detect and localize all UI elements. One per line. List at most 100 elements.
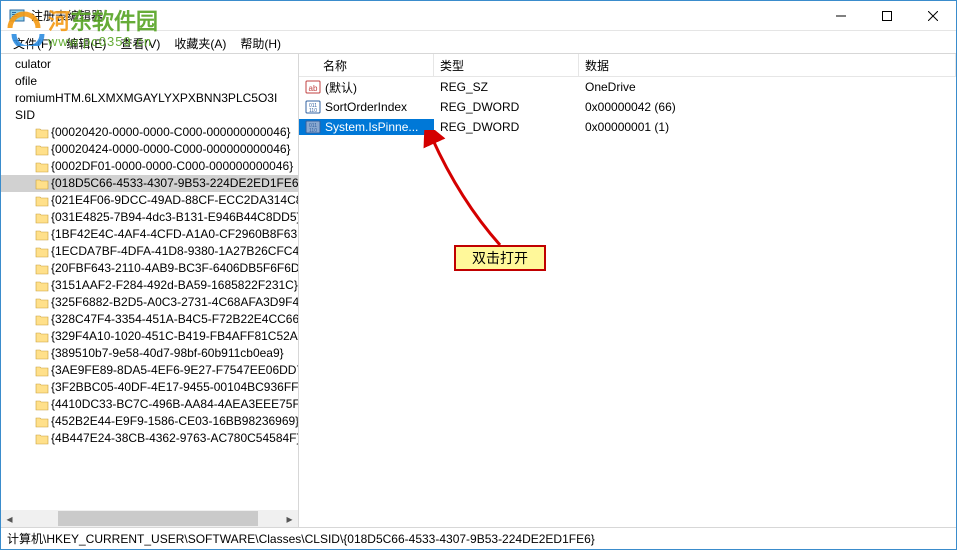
tree-item-label: {328C47F4-3354-451A-B4C5-F72B22E4CC66} (51, 311, 298, 328)
menu-help[interactable]: 帮助(H) (234, 33, 287, 54)
tree-item[interactable]: {018D5C66-4533-4307-9B53-224DE2ED1FE6} (1, 175, 298, 192)
tree-item[interactable]: {00020424-0000-0000-C000-000000000046} (1, 141, 298, 158)
tree-item-label: {325F6882-B2D5-A0C3-2731-4C68AFA3D9F4} (51, 294, 298, 311)
folder-icon (35, 364, 49, 378)
menu-bar: 文件(F) 编辑(E) 查看(V) 收藏夹(A) 帮助(H) (1, 31, 956, 53)
tree-item-label: {031E4825-7B94-4dc3-B131-E946B44C8DD5} (51, 209, 298, 226)
folder-icon (35, 126, 49, 140)
tree-item[interactable]: {00020420-0000-0000-C000-000000000046} (1, 124, 298, 141)
folder-icon (35, 381, 49, 395)
app-icon (9, 8, 25, 24)
tree-item-label: {018D5C66-4533-4307-9B53-224DE2ED1FE6} (51, 175, 298, 192)
tree-item[interactable]: {452B2E44-E9F9-1586-CE03-16BB98236969} (1, 413, 298, 430)
horizontal-scrollbar[interactable]: ◂ ▸ (1, 510, 298, 527)
annotation-callout: 双击打开 (454, 245, 546, 271)
value-data: 0x00000042 (66) (579, 100, 956, 114)
tree-item-label: {3F2BBC05-40DF-4E17-9455-00104BC936FF} (51, 379, 298, 396)
scroll-right-button[interactable]: ▸ (281, 510, 298, 527)
annotation-text: 双击打开 (472, 248, 528, 268)
tree-item[interactable]: {20FBF643-2110-4AB9-BC3F-6406DB5F6F6D} (1, 260, 298, 277)
status-bar: 计算机\HKEY_CURRENT_USER\SOFTWARE\Classes\C… (1, 527, 956, 549)
minimize-button[interactable] (818, 1, 864, 30)
scroll-thumb[interactable] (58, 511, 258, 526)
folder-icon (35, 211, 49, 225)
maximize-button[interactable] (864, 1, 910, 30)
folder-icon (35, 415, 49, 429)
binary-value-icon: 011110 (305, 99, 321, 115)
tree-item-label: {20FBF643-2110-4AB9-BC3F-6406DB5F6F6D} (51, 260, 298, 277)
tree-panel[interactable]: culatorofileromiumHTM.6LXMXMGAYLYXPXBNN3… (1, 54, 299, 527)
folder-icon (35, 228, 49, 242)
string-value-icon: ab (305, 79, 321, 95)
tree-item-label: romiumHTM.6LXMXMGAYLYXPXBNN3PLC5O3I (15, 90, 277, 107)
status-path: 计算机\HKEY_CURRENT_USER\SOFTWARE\Classes\C… (7, 530, 595, 547)
tree-item[interactable]: culator (1, 56, 298, 73)
tree-item[interactable]: ofile (1, 73, 298, 90)
tree-item[interactable]: {389510b7-9e58-40d7-98bf-60b911cb0ea9} (1, 345, 298, 362)
folder-icon (35, 279, 49, 293)
tree-item[interactable]: SID (1, 107, 298, 124)
value-type: REG_SZ (434, 80, 579, 94)
tree-item[interactable]: {0002DF01-0000-0000-C000-000000000046} (1, 158, 298, 175)
value-name: SortOrderIndex (325, 100, 407, 114)
folder-icon (35, 313, 49, 327)
close-button[interactable] (910, 1, 956, 30)
tree-item[interactable]: {325F6882-B2D5-A0C3-2731-4C68AFA3D9F4} (1, 294, 298, 311)
tree-item[interactable]: {3F2BBC05-40DF-4E17-9455-00104BC936FF} (1, 379, 298, 396)
list-panel[interactable]: 名称 类型 数据 ab (默认) REG_SZOneDrive 011110 SortO… (299, 54, 956, 527)
window-title: 注册表编辑器 (31, 7, 818, 24)
tree-item-label: {452B2E44-E9F9-1586-CE03-16BB98236969} (51, 413, 298, 430)
tree-item[interactable]: {4B447E24-38CB-4362-9763-AC780C54584F} (1, 430, 298, 447)
tree-item-label: {4B447E24-38CB-4362-9763-AC780C54584F} (51, 430, 298, 447)
tree-item[interactable]: {3151AAF2-F284-492d-BA59-1685822F231C} (1, 277, 298, 294)
col-header-name[interactable]: 名称 (323, 57, 347, 74)
tree-item-label: {0002DF01-0000-0000-C000-000000000046} (51, 158, 293, 175)
tree-item[interactable]: {1ECDA7BF-4DFA-41D8-9380-1A27B26CFC41} (1, 243, 298, 260)
col-header-data[interactable]: 数据 (579, 54, 956, 76)
tree-item[interactable]: {1BF42E4C-4AF4-4CFD-A1A0-CF2960B8F63E} (1, 226, 298, 243)
list-row[interactable]: ab (默认) REG_SZOneDrive (299, 77, 956, 97)
folder-icon (35, 177, 49, 191)
menu-view[interactable]: 查看(V) (114, 33, 166, 54)
tree-item-label: {1BF42E4C-4AF4-4CFD-A1A0-CF2960B8F63E} (51, 226, 298, 243)
value-name: System.IsPinne... (325, 120, 418, 134)
value-name: (默认) (325, 79, 357, 96)
tree-item[interactable]: {021E4F06-9DCC-49AD-88CF-ECC2DA314C8A} (1, 192, 298, 209)
folder-icon (35, 245, 49, 259)
list-row[interactable]: 011110 System.IsPinne... REG_DWORD0x000000… (299, 117, 956, 137)
svg-text:ab: ab (309, 84, 318, 93)
tree-item-label: ofile (15, 73, 37, 90)
col-header-type[interactable]: 类型 (434, 54, 579, 76)
folder-icon (35, 194, 49, 208)
tree-item-label: {329F4A10-1020-451C-B419-FB4AFF81C52A} (51, 328, 298, 345)
menu-file[interactable]: 文件(F) (7, 33, 58, 54)
tree-item[interactable]: {4410DC33-BC7C-496B-AA84-4AEA3EEE75F7} (1, 396, 298, 413)
value-data: OneDrive (579, 80, 956, 94)
folder-icon (35, 160, 49, 174)
folder-icon (35, 143, 49, 157)
tree-item[interactable]: {328C47F4-3354-451A-B4C5-F72B22E4CC66} (1, 311, 298, 328)
menu-favorites[interactable]: 收藏夹(A) (168, 33, 232, 54)
tree-item[interactable]: romiumHTM.6LXMXMGAYLYXPXBNN3PLC5O3I (1, 90, 298, 107)
list-row[interactable]: 011110SortOrderIndexREG_DWORD0x00000042 … (299, 97, 956, 117)
tree-item[interactable]: {3AE9FE89-8DA5-4EF6-9E27-F7547EE06DD7} (1, 362, 298, 379)
tree-item[interactable]: {031E4825-7B94-4dc3-B131-E946B44C8DD5} (1, 209, 298, 226)
tree-item-label: {1ECDA7BF-4DFA-41D8-9380-1A27B26CFC41} (51, 243, 298, 260)
title-bar: 注册表编辑器 (1, 1, 956, 31)
tree-item-label: {3AE9FE89-8DA5-4EF6-9E27-F7547EE06DD7} (51, 362, 298, 379)
binary-value-icon: 011110 (305, 119, 321, 135)
tree-item-label: {3151AAF2-F284-492d-BA59-1685822F231C} (51, 277, 298, 294)
folder-icon (35, 347, 49, 361)
value-type: REG_DWORD (434, 120, 579, 134)
tree-item[interactable]: {329F4A10-1020-451C-B419-FB4AFF81C52A} (1, 328, 298, 345)
tree-item-label: {00020424-0000-0000-C000-000000000046} (51, 141, 291, 158)
folder-icon (35, 330, 49, 344)
list-header[interactable]: 名称 类型 数据 (299, 54, 956, 77)
tree-item-label: culator (15, 56, 51, 73)
menu-edit[interactable]: 编辑(E) (60, 33, 112, 54)
value-data: 0x00000001 (1) (579, 120, 956, 134)
main-area: culatorofileromiumHTM.6LXMXMGAYLYXPXBNN3… (1, 53, 956, 527)
scroll-left-button[interactable]: ◂ (1, 510, 18, 527)
tree-item-label: SID (15, 107, 35, 124)
tree-item-label: {021E4F06-9DCC-49AD-88CF-ECC2DA314C8A} (51, 192, 298, 209)
